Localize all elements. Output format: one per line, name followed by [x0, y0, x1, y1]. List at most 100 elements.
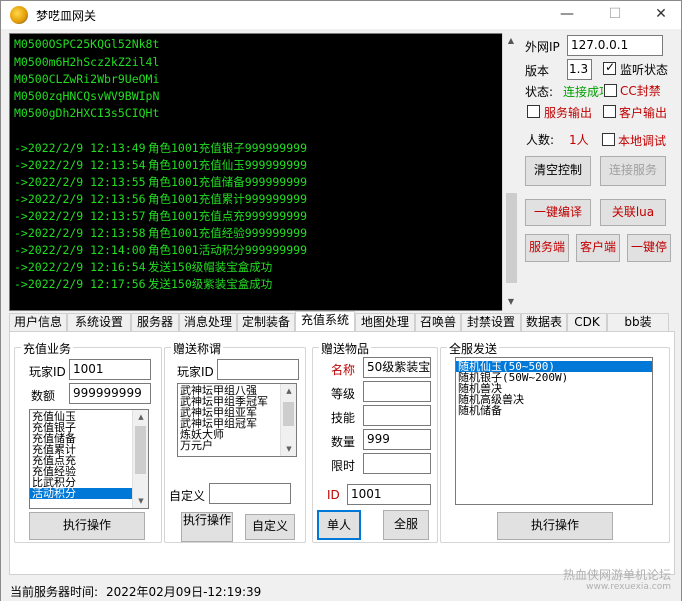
list-item[interactable]: 万元户 — [178, 440, 296, 451]
server-gift-execute-button[interactable]: 执行操作 — [497, 512, 613, 540]
log-time: ->2022/2/9 12:13:49 — [14, 141, 146, 155]
player-id-input[interactable]: 1001 — [69, 359, 151, 380]
scroll-thumb[interactable] — [506, 193, 517, 283]
client-output-label: 客户输出 — [619, 106, 668, 120]
scroll-thumb[interactable] — [283, 402, 294, 426]
item-limit-input[interactable] — [363, 453, 431, 474]
amount-label: 数额 — [31, 389, 56, 403]
amount-input[interactable]: 999999999 — [69, 383, 151, 404]
title-player-id-label: 玩家ID — [177, 365, 214, 379]
item-id-input[interactable]: 1001 — [347, 484, 431, 505]
item-id-label: ID — [327, 488, 340, 502]
console-log-line: ->2022/2/9 12:13:58 角色1001充值经验999999999 — [14, 225, 307, 241]
main-window: 梦呓皿网关 — ☐ ✕ M0500OSPC25KQGl52Nk8t M0500m… — [0, 0, 682, 601]
tab-server[interactable]: 服务器 — [131, 313, 179, 331]
tab-strip: 用户信息 系统设置 服务器 消息处理 定制装备 充值系统 地图处理 召唤兽 封禁… — [9, 311, 673, 331]
title-gift-group: 赠送称谓 玩家ID 武神坛甲组八强 武神坛甲组季冠军 武神坛甲组亚军 武神坛甲组… — [164, 340, 306, 543]
tab-user-info[interactable]: 用户信息 — [9, 313, 67, 331]
scroll-thumb[interactable] — [135, 426, 146, 474]
title-execute-button[interactable]: 执行操作 — [181, 512, 233, 542]
cc-ban-checkbox[interactable] — [604, 84, 617, 97]
custom-title-button[interactable]: 自定义 — [245, 514, 295, 540]
scroll-down-icon[interactable]: ▼ — [281, 442, 296, 456]
compile-button[interactable]: 一键编译 — [525, 199, 591, 226]
player-id-label: 玩家ID — [29, 365, 66, 379]
list-item[interactable]: 活动积分 — [30, 488, 148, 499]
server-output-checkbox[interactable] — [527, 105, 540, 118]
local-debug-checkbox[interactable] — [602, 133, 615, 146]
scroll-up-icon[interactable]: ▲ — [281, 384, 296, 398]
console-scrollbar[interactable]: ▲ ▼ — [502, 33, 519, 311]
monitor-checkbox[interactable] — [603, 60, 616, 75]
recharge-type-list[interactable]: 充值仙玉 充值银子 充值储备 充值累计 充值点充 充值经验 比武积分 活动积分 … — [29, 409, 149, 509]
item-name-label: 名称 — [331, 363, 356, 377]
tab-map[interactable]: 地图处理 — [355, 313, 415, 331]
item-skill-input[interactable] — [363, 405, 431, 426]
connect-service-button[interactable]: 连接服务 — [600, 156, 666, 186]
close-button[interactable]: ✕ — [639, 3, 682, 27]
list-scrollbar[interactable]: ▲ ▼ — [280, 384, 296, 456]
console-log-line: ->2022/2/9 12:14:00 角色1001活动积分999999999 — [14, 242, 307, 258]
client-output-checkbox[interactable] — [603, 105, 616, 118]
custom-title-label: 自定义 — [169, 489, 206, 503]
scroll-up-icon[interactable]: ▲ — [503, 33, 519, 49]
tab-system-settings[interactable]: 系统设置 — [67, 313, 131, 331]
title-player-id-input[interactable] — [217, 359, 299, 380]
app-logo-icon — [10, 6, 28, 24]
all-send-button[interactable]: 全服 — [383, 510, 429, 540]
tab-message[interactable]: 消息处理 — [179, 313, 237, 331]
item-skill-label: 技能 — [331, 411, 356, 425]
single-send-button[interactable]: 单人 — [317, 510, 361, 540]
console-log-line: ->2022/2/9 12:13:55 角色1001充值储备999999999 — [14, 174, 307, 190]
client-button[interactable]: 客户端 — [576, 234, 620, 262]
ip-input[interactable]: 127.0.0.1 — [567, 35, 663, 56]
clear-console-button[interactable]: 清空控制 — [525, 156, 591, 186]
log-time: ->2022/2/9 12:13:57 — [14, 209, 146, 223]
item-level-input[interactable] — [363, 381, 431, 402]
watermark-line2: www.rexuexia.com — [586, 582, 671, 592]
console-output[interactable]: M0500OSPC25KQGl52Nk8t M0500m6H2hScz2kZ2i… — [9, 33, 519, 311]
log-time: ->2022/2/9 12:13:58 — [14, 226, 146, 240]
tab-cdk[interactable]: CDK — [567, 313, 607, 331]
list-item[interactable]: 随机储备 — [456, 405, 652, 416]
server-time-value: 2022年02月09日-12:19:39 — [106, 585, 262, 599]
watermark-line1: 热血侠网游单机论坛 — [562, 568, 671, 582]
log-message: 角色1001充值银子999999999 — [148, 141, 308, 155]
log-message: 角色1001充值经验999999999 — [148, 226, 308, 240]
scroll-up-icon[interactable]: ▲ — [133, 410, 148, 424]
stop-all-button[interactable]: 一键停 — [627, 234, 671, 262]
item-qty-label: 数量 — [331, 435, 356, 449]
scroll-down-icon[interactable]: ▼ — [133, 494, 148, 508]
server-gift-list[interactable]: 随机仙玉(50~500) 随机银子(50W~200W) 随机兽决 随机高级兽决 … — [455, 357, 653, 505]
item-name-input[interactable]: 50级紫装宝盒 — [363, 357, 431, 378]
item-qty-input[interactable]: 999 — [363, 429, 431, 450]
item-gift-group: 赠送物品 名称 50级紫装宝盒 等级 技能 数量 999 限时 ID 1001 … — [312, 340, 438, 543]
server-time-label: 当前服务器时间: — [10, 585, 99, 599]
item-limit-label: 限时 — [331, 459, 356, 473]
window-title: 梦呓皿网关 — [36, 9, 97, 23]
status-label: 状态: — [525, 85, 554, 99]
custom-title-input[interactable] — [209, 483, 291, 504]
tab-ban-settings[interactable]: 封禁设置 — [461, 313, 521, 331]
list-scrollbar[interactable]: ▲ ▼ — [132, 410, 148, 508]
log-message: 角色1001充值仙玉999999999 — [148, 158, 308, 172]
log-time: ->2022/2/9 12:17:56 — [14, 277, 146, 291]
recharge-execute-button[interactable]: 执行操作 — [29, 512, 145, 540]
tab-data-table[interactable]: 数据表 — [521, 313, 567, 331]
tab-custom-equipment[interactable]: 定制装备 — [237, 313, 295, 331]
version-input[interactable]: 1.3 — [567, 59, 592, 80]
title-list[interactable]: 武神坛甲组八强 武神坛甲组季冠军 武神坛甲组亚军 武神坛甲组冠军 炼妖大师 万元… — [177, 383, 297, 457]
link-lua-button[interactable]: 关联lua — [600, 199, 666, 226]
minimize-button[interactable]: — — [545, 3, 589, 27]
recharge-panel: 充值业务 玩家ID 1001 数额 999999999 充值仙玉 充值银子 充值… — [9, 331, 675, 575]
tab-summon[interactable]: 召唤兽 — [415, 313, 461, 331]
tab-recharge[interactable]: 充值系统 — [295, 311, 355, 331]
console-code-line: M0500m6H2hScz2kZ2il4l — [14, 55, 160, 69]
console-code-line: M0500zqHNCQsvWV9BWIpN — [14, 89, 160, 103]
server-button[interactable]: 服务端 — [525, 234, 569, 262]
item-level-label: 等级 — [331, 387, 356, 401]
scroll-down-icon[interactable]: ▼ — [503, 294, 519, 310]
tab-bb-equipment[interactable]: bb装 — [607, 313, 669, 331]
monitor-label: 监听状态 — [620, 63, 669, 77]
maximize-button[interactable]: ☐ — [593, 3, 637, 27]
